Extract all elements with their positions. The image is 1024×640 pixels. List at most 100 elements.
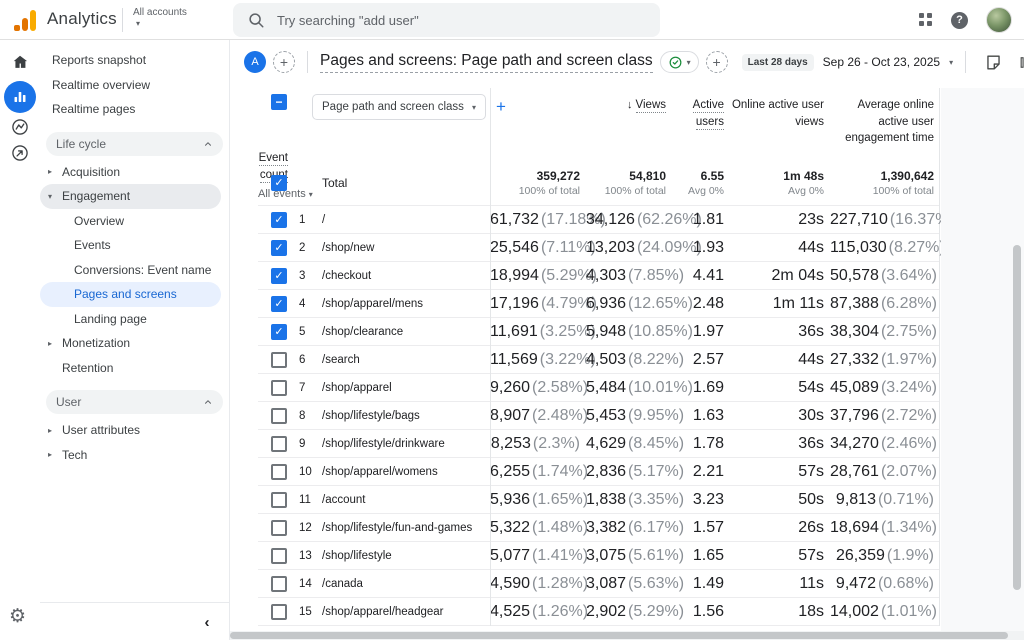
sidebar-item-pages-and-screens[interactable]: Pages and screens xyxy=(40,282,221,307)
row-active-users: 5,484(10.01%) xyxy=(586,379,672,397)
report-header-bar: A + Pages and screens: Page path and scr… xyxy=(230,40,1024,84)
row-checkbox[interactable] xyxy=(271,520,287,536)
date-range-selector[interactable]: Sep 26 - Oct 23, 2025 xyxy=(823,55,940,69)
row-online-views: 1.57 xyxy=(672,519,730,537)
row-rank: 7 xyxy=(294,382,322,394)
row-checkbox[interactable] xyxy=(271,464,287,480)
row-views: 18,994(5.29%) xyxy=(490,267,586,285)
horizontal-scrollbar[interactable] xyxy=(230,631,1024,640)
sidebar-item-conversions[interactable]: Conversions: Event name xyxy=(40,258,229,283)
row-checkbox[interactable] xyxy=(271,240,287,256)
row-rank: 2 xyxy=(294,242,322,254)
row-checkbox[interactable] xyxy=(271,548,287,564)
row-active-users: 2,902(5.29%) xyxy=(586,603,672,621)
sidebar-item-realtime-overview[interactable]: Realtime overview xyxy=(40,73,229,98)
note-icon[interactable] xyxy=(984,53,1003,72)
sidebar-item-realtime-pages[interactable]: Realtime pages xyxy=(40,97,229,122)
select-all-checkbox[interactable] xyxy=(271,94,287,110)
row-views: 8,253(2.3%) xyxy=(490,435,586,453)
reports-nav-icon[interactable] xyxy=(4,81,36,113)
column-header-active-users[interactable]: Active users xyxy=(672,94,730,130)
sidebar-item-user-attributes[interactable]: ▸ User attributes xyxy=(40,418,229,443)
sidebar-item-tech[interactable]: ▸ Tech xyxy=(40,443,229,468)
row-rank: 4 xyxy=(294,298,322,310)
row-event-count: 37,796(2.72%) xyxy=(830,407,940,425)
row-page-path: /shop/apparel/womens xyxy=(322,466,490,478)
table-row: 7 /shop/apparel 9,260(2.58%) 5,484(10.01… xyxy=(258,374,939,402)
add-report-icon[interactable]: + xyxy=(706,51,728,73)
sidebar-item-retention[interactable]: Retention xyxy=(40,356,229,381)
row-checkbox[interactable] xyxy=(271,324,287,340)
add-comparison-icon[interactable]: + xyxy=(273,51,295,73)
sidebar-item-engagement[interactable]: ▾ Engagement xyxy=(40,184,221,209)
row-online-views: 2.48 xyxy=(672,295,730,313)
caret-down-icon: ▾ xyxy=(48,192,62,201)
table-row: 12 /shop/lifestyle/fun-and-games 5,322(1… xyxy=(258,514,939,542)
row-checkbox[interactable] xyxy=(271,352,287,368)
row-checkbox[interactable] xyxy=(271,576,287,592)
row-online-views: 3.23 xyxy=(672,491,730,509)
section-label: Life cycle xyxy=(56,137,106,151)
report-status-pill[interactable]: ▾ xyxy=(660,51,699,73)
advertising-icon[interactable] xyxy=(10,143,30,163)
add-dimension-icon[interactable]: + xyxy=(496,97,506,117)
admin-gear-icon[interactable]: ⚙ xyxy=(9,607,26,626)
row-active-users: 4,629(8.45%) xyxy=(586,435,672,453)
sidebar-item-events[interactable]: Events xyxy=(40,233,229,258)
row-event-count: 115,030(8.27%) xyxy=(830,239,940,257)
row-online-views: 2.21 xyxy=(672,463,730,481)
sidebar-item-monetization[interactable]: ▸ Monetization xyxy=(40,331,229,356)
row-active-users: 6,936(12.65%) xyxy=(586,295,672,313)
row-event-count: 9,813(0.71%) xyxy=(830,491,940,509)
horizontal-scrollbar-thumb[interactable] xyxy=(230,632,1008,639)
row-checkbox[interactable] xyxy=(271,380,287,396)
dimension-selector[interactable]: Page path and screen class ▾ xyxy=(312,94,486,120)
property-avatar[interactable]: A xyxy=(244,51,266,73)
sidebar-item-landing-page[interactable]: Landing page xyxy=(40,307,229,332)
user-avatar[interactable] xyxy=(986,7,1012,33)
sort-desc-icon: ↓ xyxy=(627,99,633,111)
apps-grid-icon[interactable] xyxy=(919,13,933,27)
sidebar-item-reports-snapshot[interactable]: Reports snapshot xyxy=(40,48,229,73)
row-checkbox[interactable] xyxy=(271,408,287,424)
search-input[interactable] xyxy=(233,3,660,37)
section-user[interactable]: User xyxy=(46,390,223,414)
home-icon[interactable] xyxy=(10,52,30,72)
row-checkbox[interactable] xyxy=(271,212,287,228)
column-header-online-views[interactable]: Online active user views xyxy=(730,94,830,130)
table-row: 13 /shop/lifestyle 5,077(1.41%) 3,075(5.… xyxy=(258,542,939,570)
row-checkbox[interactable] xyxy=(271,604,287,620)
row-checkbox[interactable] xyxy=(271,492,287,508)
row-event-count: 27,332(1.97%) xyxy=(830,351,940,369)
chevron-up-icon xyxy=(203,139,213,149)
row-active-users: 3,075(5.61%) xyxy=(586,547,672,565)
sidebar-item-overview[interactable]: Overview xyxy=(40,209,229,234)
collapse-sidebar-icon[interactable]: ‹ xyxy=(197,612,217,632)
row-views: 17,196(4.79%) xyxy=(490,295,586,313)
row-avg-engagement: 26s xyxy=(730,519,830,537)
row-checkbox[interactable] xyxy=(271,268,287,284)
search-icon xyxy=(247,11,265,29)
vertical-scrollbar[interactable] xyxy=(1013,245,1021,590)
row-event-count: 9,472(0.68%) xyxy=(830,575,940,593)
top-app-bar: Analytics All accounts ▾ ? xyxy=(0,0,1024,40)
section-life-cycle[interactable]: Life cycle xyxy=(46,132,223,156)
report-title[interactable]: Pages and screens: Page path and screen … xyxy=(320,52,653,73)
help-icon[interactable]: ? xyxy=(951,12,968,29)
account-switcher-label: All accounts xyxy=(133,7,187,18)
table-row: 14 /canada 4,590(1.28%) 3,087(5.63%) 1.4… xyxy=(258,570,939,598)
account-switcher[interactable]: All accounts ▾ xyxy=(133,7,187,28)
row-views: 25,546(7.11%) xyxy=(490,239,586,257)
explore-icon[interactable] xyxy=(10,117,30,137)
row-checkbox[interactable] xyxy=(271,296,287,312)
column-header-avg-engagement[interactable]: Average online active user engagement ti… xyxy=(830,94,940,147)
row-checkbox[interactable] xyxy=(271,436,287,452)
table-row: 3 /checkout 18,994(5.29%) 4,303(7.85%) 4… xyxy=(258,262,939,290)
sidebar-item-acquisition[interactable]: ▸ Acquisition xyxy=(40,160,229,185)
column-header-views[interactable]: ↓Views xyxy=(586,94,672,114)
comparison-icon[interactable] xyxy=(1018,53,1024,72)
total-checkbox[interactable] xyxy=(271,175,287,191)
chevron-down-icon[interactable]: ▾ xyxy=(949,58,953,67)
row-event-count: 227,710(16.37%) xyxy=(830,211,940,229)
row-avg-engagement: 44s xyxy=(730,351,830,369)
